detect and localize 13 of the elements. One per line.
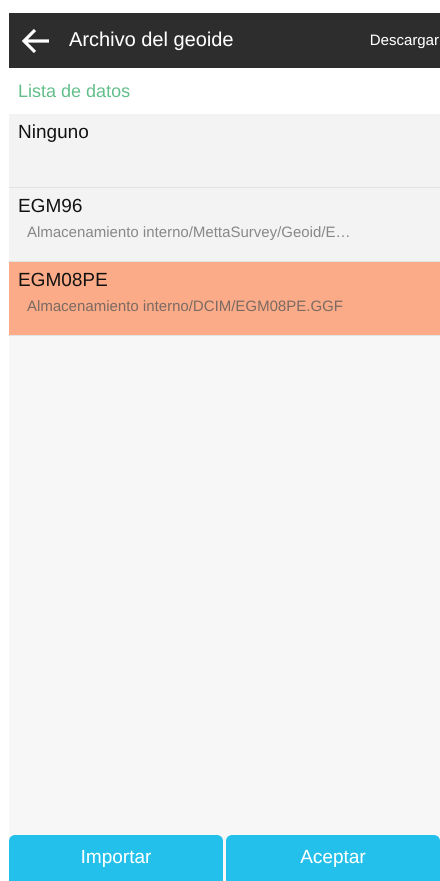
item-path: Almacenamiento interno/MettaSurvey/Geoid/E… (26, 224, 352, 241)
list-item[interactable]: EGM96 Almacenamiento interno/MettaSurvey/Geoid/E… (9, 188, 440, 262)
download-button[interactable]: Descargar (370, 32, 440, 49)
item-path: Almacenamiento interno/DCIM/EGM08PE.GGF (26, 298, 344, 315)
item-name: Ninguno (18, 122, 90, 144)
list-item[interactable]: Ninguno (9, 114, 440, 188)
section-label: Lista de datos (18, 80, 130, 102)
back-button[interactable] (21, 28, 51, 54)
screen-title: Archivo del geoide (69, 29, 235, 52)
item-name: EGM96 (18, 196, 84, 218)
list-item[interactable]: EGM08PE Almacenamiento interno/DCIM/EGM08PE.GGF (9, 262, 440, 336)
item-name: EGM08PE (18, 270, 109, 292)
back-arrow-icon (21, 28, 51, 54)
